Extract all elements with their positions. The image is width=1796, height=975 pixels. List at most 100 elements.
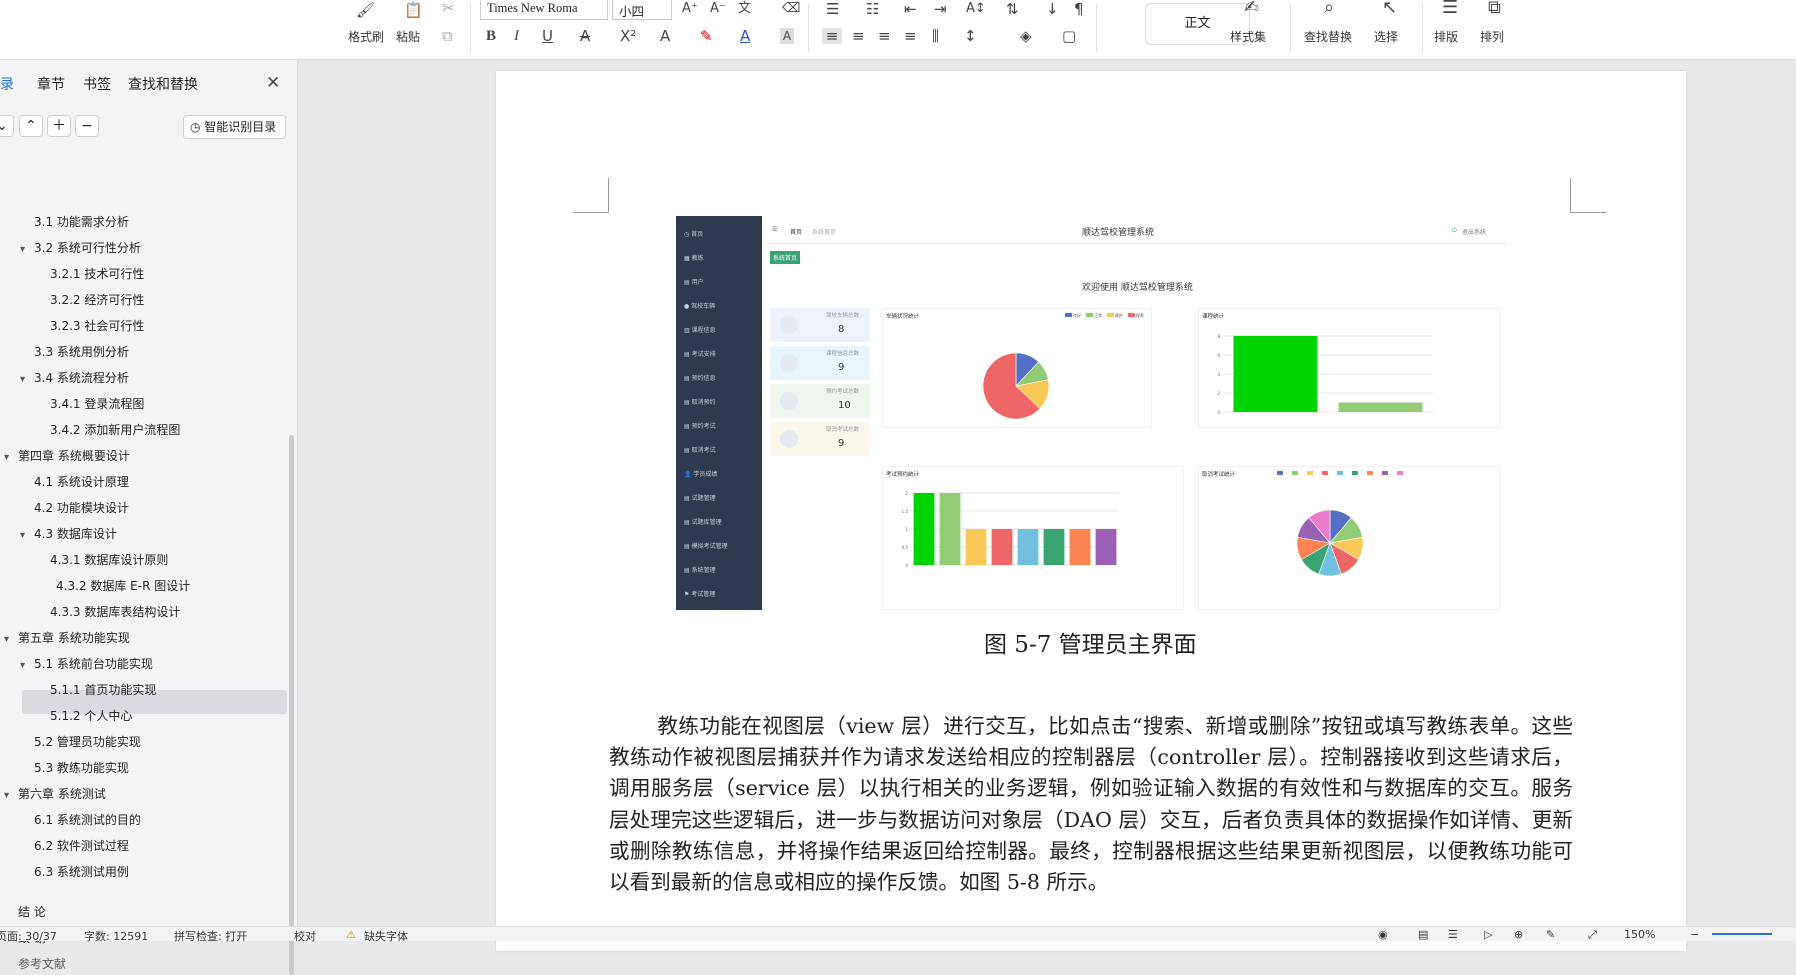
toc-item[interactable]: ▾ 4.3 数据库设计 xyxy=(20,523,117,545)
toc-item[interactable]: 3.4.1 登录流程图 xyxy=(36,393,144,415)
format-painter-icon[interactable]: 🖌 xyxy=(356,2,375,18)
zoom-slider[interactable] xyxy=(1712,933,1772,935)
bold-icon[interactable]: B xyxy=(486,28,496,44)
toc-item[interactable]: 4.3.1 数据库设计原则 xyxy=(36,549,168,571)
cut-icon[interactable]: ✂ xyxy=(442,0,455,16)
font-color-icon[interactable]: A xyxy=(740,28,750,44)
borders-icon[interactable]: ▢ xyxy=(1062,28,1076,44)
toc-item[interactable]: 3.1 功能需求分析 xyxy=(20,211,129,233)
pen-icon[interactable]: ✎ xyxy=(1546,928,1555,941)
spell-check[interactable]: 拼写检查: 打开 xyxy=(174,928,247,944)
toc-item[interactable]: 4.3.2 数据库 E-R 图设计 xyxy=(42,575,190,597)
proofread[interactable]: 校对 xyxy=(294,928,316,944)
arrange-icon[interactable]: ⧉ xyxy=(1488,0,1501,17)
toc-item[interactable]: ▾ 第四章 系统概要设计 xyxy=(4,445,130,467)
grow-font-icon[interactable]: A⁺ xyxy=(682,1,698,17)
copy-icon[interactable]: ⧉ xyxy=(442,28,453,44)
text-effect-icon[interactable]: A xyxy=(660,28,670,44)
line-spacing-icon[interactable]: ↕ xyxy=(964,28,977,44)
font-size-select[interactable]: 小四 xyxy=(612,0,672,20)
toc-item[interactable]: 5.1.1 首页功能实现 xyxy=(36,679,156,701)
align-center-icon[interactable]: ≡ xyxy=(852,28,865,44)
distributed-icon[interactable]: ⫼ xyxy=(932,28,939,44)
phonetic-icon[interactable]: 文 xyxy=(738,1,751,17)
word-count[interactable]: 字数: 12591 xyxy=(84,928,148,944)
tab-bookmarks[interactable]: 书签 xyxy=(83,74,111,94)
paste-icon[interactable]: 📋 xyxy=(404,2,423,18)
close-icon[interactable]: ✕ xyxy=(266,73,280,93)
show-marks-icon[interactable]: ¶ xyxy=(1074,1,1084,17)
fit-icon[interactable]: ⤢ xyxy=(1588,928,1597,942)
toc-item[interactable]: 4.1 系统设计原理 xyxy=(20,471,129,493)
outline-view-icon[interactable]: ☰ xyxy=(1448,928,1458,941)
toc-item[interactable]: 6.3 系统测试用例 xyxy=(20,861,129,883)
style-set-icon[interactable]: ✍ xyxy=(1244,0,1259,17)
toc-item[interactable]: ▾ 第六章 系统测试 xyxy=(4,783,106,805)
style-set-button[interactable]: 样式集 xyxy=(1230,28,1266,45)
chevron-up-icon[interactable]: ⌃ xyxy=(19,115,43,137)
toc-item[interactable]: 4.2 功能模块设计 xyxy=(20,497,129,519)
caret-down-icon[interactable]: ▾ xyxy=(20,525,34,547)
justify-icon[interactable]: ≡ xyxy=(904,28,917,44)
numbered-list-icon[interactable]: ☷ xyxy=(866,1,879,17)
toc-item[interactable]: 3.3 系统用例分析 xyxy=(20,341,129,363)
bullet-list-icon[interactable]: ☰ xyxy=(826,1,839,17)
select-button[interactable]: 选择 xyxy=(1374,28,1398,45)
toc-item[interactable]: 3.4.2 添加新用户流程图 xyxy=(36,419,180,441)
decrease-indent-icon[interactable]: ⇤ xyxy=(904,1,917,17)
strikethrough-icon[interactable]: A xyxy=(580,28,590,44)
typeset-icon[interactable]: ☰ xyxy=(1442,0,1458,17)
toc-item[interactable]: 5.2 管理员功能实现 xyxy=(20,731,141,753)
caret-down-icon[interactable]: ▾ xyxy=(20,239,34,261)
toc-item[interactable]: ▾ 3.4 系统流程分析 xyxy=(20,367,129,389)
shrink-font-icon[interactable]: A⁻ xyxy=(710,1,726,17)
underline-icon[interactable]: U xyxy=(542,28,553,44)
toc-item[interactable]: 3.2.3 社会可行性 xyxy=(36,315,144,337)
toc-item[interactable]: 参考文献 xyxy=(4,953,66,975)
toc-item[interactable]: ▾ 5.1 系统前台功能实现 xyxy=(20,653,153,675)
font-name-select[interactable]: Times New Roma xyxy=(480,0,608,20)
find-replace-button[interactable]: 查找替换 xyxy=(1304,28,1352,45)
caret-down-icon[interactable]: ▾ xyxy=(20,655,34,677)
add-heading-button[interactable]: ＋ xyxy=(47,115,71,137)
toc-item[interactable]: 6.1 系统测试的目的 xyxy=(20,809,141,831)
sidebar-scrollbar[interactable] xyxy=(289,435,294,975)
paste-button[interactable]: 粘贴 xyxy=(396,28,420,45)
clear-format-icon[interactable]: ⌫ xyxy=(782,1,800,17)
tab-chapters[interactable]: 章节 xyxy=(37,74,65,94)
align-right-icon[interactable]: ≡ xyxy=(878,28,891,44)
shading-icon[interactable]: ◈ xyxy=(1020,28,1032,44)
smart-toc-button[interactable]: ◷ 智能识别目录 xyxy=(183,115,286,139)
search-icon[interactable]: ⌕ xyxy=(1324,0,1334,17)
italic-icon[interactable]: I xyxy=(514,28,519,44)
caret-down-icon[interactable]: ▾ xyxy=(4,785,18,807)
char-shading-icon[interactable]: A xyxy=(780,28,794,44)
tab-find-replace[interactable]: 查找和替换 xyxy=(128,74,198,94)
sort-icon[interactable]: ⇅ xyxy=(1006,1,1019,17)
arrange-button[interactable]: 排列 xyxy=(1480,28,1504,45)
typeset-button[interactable]: 排版 xyxy=(1434,28,1458,45)
increase-indent-icon[interactable]: ⇥ xyxy=(934,1,947,17)
web-view-icon[interactable]: ⊕ xyxy=(1514,928,1523,941)
toc-item[interactable]: 5.3 教练功能实现 xyxy=(20,757,129,779)
play-icon[interactable]: ▷ xyxy=(1484,928,1492,941)
toc-item[interactable]: ▾ 3.2 系统可行性分析 xyxy=(20,237,141,259)
format-painter-button[interactable]: 格式刷 xyxy=(348,28,384,45)
align-left-icon[interactable]: ≡ xyxy=(822,28,842,44)
toc-item[interactable]: ▾ 第五章 系统功能实现 xyxy=(4,627,130,649)
caret-down-icon[interactable]: ▾ xyxy=(4,447,18,469)
missing-font[interactable]: 缺失字体 xyxy=(364,928,408,944)
caret-down-icon[interactable]: ▾ xyxy=(20,369,34,391)
superscript-icon[interactable]: X² xyxy=(620,28,636,44)
toc-item[interactable]: 结 论 xyxy=(4,901,46,923)
remove-heading-button[interactable]: − xyxy=(75,115,99,137)
embedded-screenshot[interactable]: ◷ 首页 ▦ 教练 ▤ 用户 ● 驾校车辆 ▥ 课程信息 ▤ 考试安排 ▤ 预约信息 ▤ 取消… xyxy=(676,216,1506,610)
toc-item[interactable]: 4.3.3 数据库表结构设计 xyxy=(36,601,180,623)
toc-item[interactable]: 6.2 软件测试过程 xyxy=(20,835,129,857)
page-view-icon[interactable]: ▤ xyxy=(1418,928,1428,941)
toc-item[interactable]: 5.1.2 个人中心 xyxy=(36,705,132,727)
zoom-out-icon[interactable]: − xyxy=(1690,928,1699,941)
zoom-level[interactable]: 150% xyxy=(1624,928,1655,941)
sort-az-icon[interactable]: ↓ xyxy=(1046,1,1059,17)
cursor-icon[interactable]: ↖ xyxy=(1382,0,1397,17)
